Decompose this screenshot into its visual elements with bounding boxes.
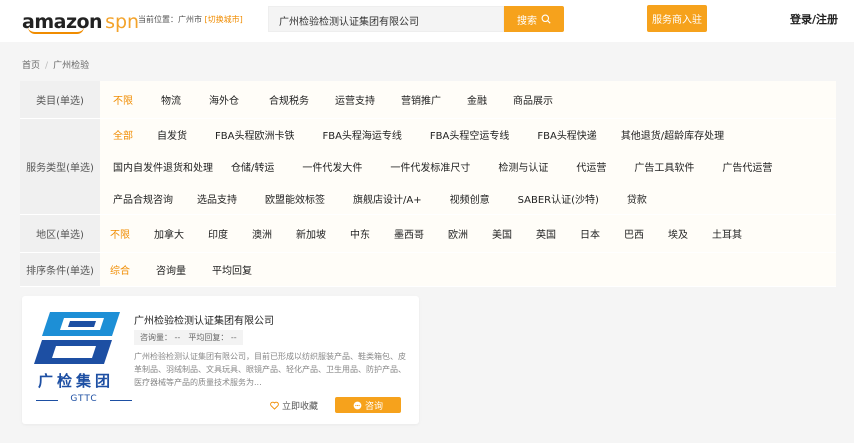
service-option[interactable]: 选品支持 <box>197 191 237 206</box>
switch-city-link[interactable]: [切换城市] <box>205 15 243 24</box>
region-option[interactable]: 英国 <box>536 226 556 241</box>
category-filter-row: 类目(单选) 不限 物流 海外仓 合规税务 运营支持 营销推广 金融 商品展示 <box>20 81 836 119</box>
service-option[interactable]: 广告代运营 <box>722 159 772 174</box>
service-option[interactable]: 代运营 <box>576 159 606 174</box>
favorite-button[interactable]: 立即收藏 <box>270 399 318 412</box>
current-location: 当前位置：广州市 [切换城市] <box>138 14 243 25</box>
service-option[interactable]: 产品合规咨询 <box>113 191 173 206</box>
breadcrumb-current: 广州检验 <box>53 61 90 71</box>
service-option[interactable]: FBA头程海运专线 <box>322 127 401 142</box>
logo-brand-text: 广检集团 <box>38 372 115 390</box>
service-option[interactable]: 贷款 <box>627 191 647 206</box>
category-option[interactable]: 商品展示 <box>513 92 553 107</box>
login-register-link[interactable]: 登录/注册 <box>790 11 838 27</box>
breadcrumb: 首页 / 广州检验 <box>22 58 89 71</box>
service-options: 全部 自发货 FBA头程欧洲卡铁 FBA头程海运专线 FBA头程空运专线 FBA头程快递 其… <box>100 119 836 214</box>
service-option[interactable]: 广告工具软件 <box>634 159 694 174</box>
region-filter-row: 地区(单选) 不限 加拿大 印度 澳洲 新加坡 中东 墨西哥 欧洲 美国 英国 日本 巴西 埃及 土耳其 <box>20 215 836 253</box>
provider-join-button[interactable]: 服务商入驻 <box>647 5 707 32</box>
region-option[interactable]: 不限 <box>110 226 130 241</box>
logo-smile-icon <box>28 27 84 34</box>
sort-filter-label: 排序条件(单选) <box>20 253 100 286</box>
service-option[interactable]: 全部 <box>113 127 133 142</box>
gttc-logo-icon <box>34 312 120 364</box>
service-option[interactable]: 一件代发标准尺寸 <box>390 159 470 174</box>
service-option[interactable]: 视频创意 <box>450 191 490 206</box>
category-option[interactable]: 合规税务 <box>269 92 309 107</box>
search-button[interactable]: 搜索 <box>504 6 564 32</box>
category-option[interactable]: 不限 <box>113 92 133 107</box>
breadcrumb-separator: / <box>45 61 49 71</box>
category-option[interactable]: 营销推广 <box>401 92 441 107</box>
provider-stats: 咨询量： -- 平均回复： -- <box>134 330 243 345</box>
region-filter-label: 地区(单选) <box>20 215 100 252</box>
service-option[interactable]: 国内自发件退货和处理 <box>113 159 213 174</box>
service-option[interactable]: 仓储/转运 <box>231 159 274 174</box>
inquiry-count: 咨询量： -- <box>140 333 181 342</box>
category-option[interactable]: 海外仓 <box>209 92 239 107</box>
service-option[interactable]: FBA头程空运专线 <box>430 127 509 142</box>
chat-icon <box>353 401 362 409</box>
service-option[interactable]: 自发货 <box>157 127 187 142</box>
provider-description: 广州检验检测认证集团有限公司，目前已形成以纺织服装产品、鞋类箱包、皮革制品、羽绒… <box>134 352 406 387</box>
location-label: 当前位置：广州市 <box>138 15 202 24</box>
region-option[interactable]: 埃及 <box>668 226 688 241</box>
category-options: 不限 物流 海外仓 合规税务 运营支持 营销推广 金融 商品展示 <box>100 81 836 118</box>
logo-suffix: spn <box>105 11 140 33</box>
provider-card[interactable]: 广检集团 GTTC 广州检验检测认证集团有限公司 咨询量： -- 平均回复： --… <box>22 296 419 424</box>
amazon-spn-logo[interactable]: amazon spn <box>22 7 140 34</box>
region-option[interactable]: 墨西哥 <box>394 226 424 241</box>
service-option[interactable]: 其他退货/超龄库存处理 <box>621 127 724 142</box>
search-icon <box>541 14 551 24</box>
favorite-label: 立即收藏 <box>282 402 319 412</box>
service-option[interactable]: FBA头程快递 <box>537 127 596 142</box>
service-option[interactable]: 欧盟能效标签 <box>265 191 325 206</box>
provider-logo: 广检集团 GTTC <box>34 308 134 412</box>
region-option[interactable]: 美国 <box>492 226 512 241</box>
service-option[interactable]: 检测与认证 <box>498 159 548 174</box>
service-option[interactable]: SABER认证(沙特) <box>518 191 599 206</box>
region-option[interactable]: 巴西 <box>624 226 644 241</box>
region-option[interactable]: 土耳其 <box>712 226 742 241</box>
region-option[interactable]: 印度 <box>208 226 228 241</box>
region-option[interactable]: 澳洲 <box>252 226 272 241</box>
service-option[interactable]: 旗舰店设计/A+ <box>353 191 422 206</box>
filter-panel: 类目(单选) 不限 物流 海外仓 合规税务 运营支持 营销推广 金融 商品展示 服务类型(单选… <box>20 81 836 287</box>
logo-sub-text: GTTC <box>34 394 134 404</box>
sort-option[interactable]: 平均回复 <box>212 262 252 277</box>
region-option[interactable]: 日本 <box>580 226 600 241</box>
category-option[interactable]: 金融 <box>467 92 487 107</box>
consult-label: 咨询 <box>364 401 383 412</box>
heart-icon <box>270 401 279 410</box>
sort-options: 综合 咨询量 平均回复 <box>100 253 836 286</box>
service-option[interactable]: 一件代发大件 <box>302 159 362 174</box>
sort-filter-row: 排序条件(单选) 综合 咨询量 平均回复 <box>20 253 836 287</box>
region-option[interactable]: 欧洲 <box>448 226 468 241</box>
region-option[interactable]: 新加坡 <box>296 226 326 241</box>
region-option[interactable]: 加拿大 <box>154 226 184 241</box>
breadcrumb-home[interactable]: 首页 <box>22 61 40 71</box>
average-reply: 平均回复： -- <box>188 333 237 342</box>
service-filter-label: 服务类型(单选) <box>20 119 100 214</box>
top-header: amazon spn 当前位置：广州市 [切换城市] 广州检验检测认证集团有限公… <box>0 0 854 42</box>
region-options: 不限 加拿大 印度 澳洲 新加坡 中东 墨西哥 欧洲 美国 英国 日本 巴西 埃及 土耳其 <box>100 215 836 252</box>
category-option[interactable]: 物流 <box>161 92 181 107</box>
consult-button[interactable]: 咨询 <box>335 397 401 413</box>
provider-title[interactable]: 广州检验检测认证集团有限公司 <box>134 312 274 327</box>
sort-option[interactable]: 咨询量 <box>156 262 186 277</box>
category-filter-label: 类目(单选) <box>20 81 100 118</box>
region-option[interactable]: 中东 <box>350 226 370 241</box>
search-button-label: 搜索 <box>517 15 537 27</box>
service-option[interactable]: FBA头程欧洲卡铁 <box>215 127 294 142</box>
service-filter-row: 服务类型(单选) 全部 自发货 FBA头程欧洲卡铁 FBA头程海运专线 FBA头程空运专… <box>20 119 836 215</box>
category-option[interactable]: 运营支持 <box>335 92 375 107</box>
search-input[interactable]: 广州检验检测认证集团有限公司 <box>268 6 504 32</box>
sort-option[interactable]: 综合 <box>110 262 130 277</box>
